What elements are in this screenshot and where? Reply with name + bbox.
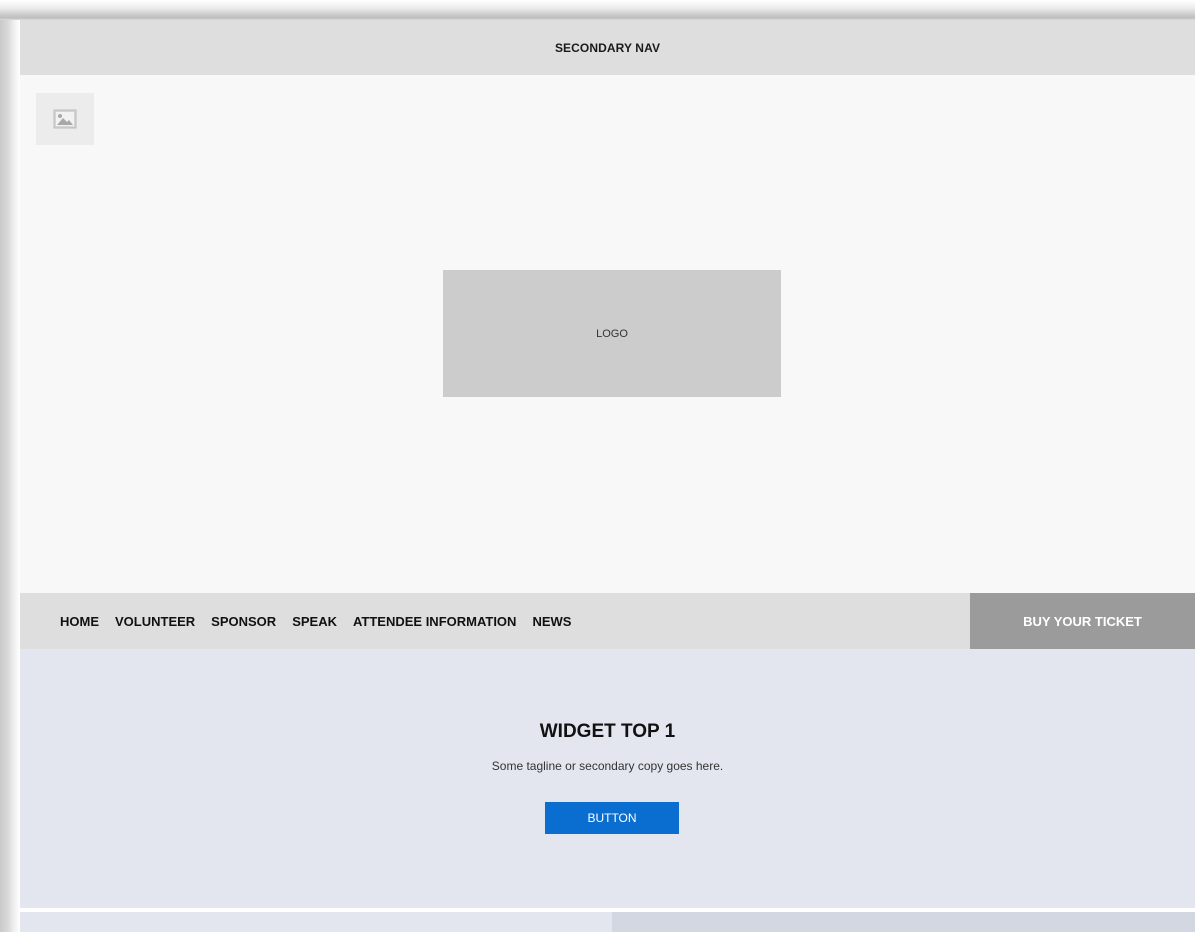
secondary-nav-label: SECONDARY NAV [554, 40, 661, 55]
widget-tagline: Some tagline or secondary copy goes here… [491, 759, 724, 773]
nav-item-volunteer[interactable]: VOLUNTEER [115, 614, 195, 629]
widget-button[interactable]: BUTTON [545, 802, 679, 834]
nav-item-home[interactable]: HOME [60, 614, 99, 629]
image-placeholder-icon [53, 109, 77, 129]
buy-ticket-label: BUY YOUR TICKET [1023, 613, 1142, 629]
secondary-nav[interactable]: SECONDARY NAV [20, 20, 1195, 75]
main-nav-items: HOME VOLUNTEER SPONSOR SPEAK ATTENDEE IN… [60, 593, 587, 649]
logo-placeholder[interactable]: LOGO [443, 270, 781, 397]
nav-item-news[interactable]: NEWS [532, 614, 571, 629]
buy-ticket-button[interactable]: BUY YOUR TICKET [970, 593, 1195, 649]
page: SECONDARY NAV LOGO HOME VOLUNTEER SPONSO… [20, 20, 1195, 932]
logo-label: LOGO [596, 327, 628, 340]
widget-bottom-right [612, 912, 1195, 932]
nav-item-sponsor[interactable]: SPONSOR [211, 614, 276, 629]
window-frame-top [0, 0, 1195, 20]
widget-bottom-left [20, 912, 612, 932]
main-nav: HOME VOLUNTEER SPONSOR SPEAK ATTENDEE IN… [20, 593, 1195, 649]
nav-item-attendee-information[interactable]: ATTENDEE INFORMATION [353, 614, 516, 629]
widget-top-1: WIDGET TOP 1 Some tagline or secondary c… [20, 649, 1195, 908]
widget-title: WIDGET TOP 1 [539, 721, 676, 742]
hero-section: LOGO [20, 75, 1195, 593]
nav-item-speak[interactable]: SPEAK [292, 614, 337, 629]
image-placeholder [36, 93, 94, 145]
